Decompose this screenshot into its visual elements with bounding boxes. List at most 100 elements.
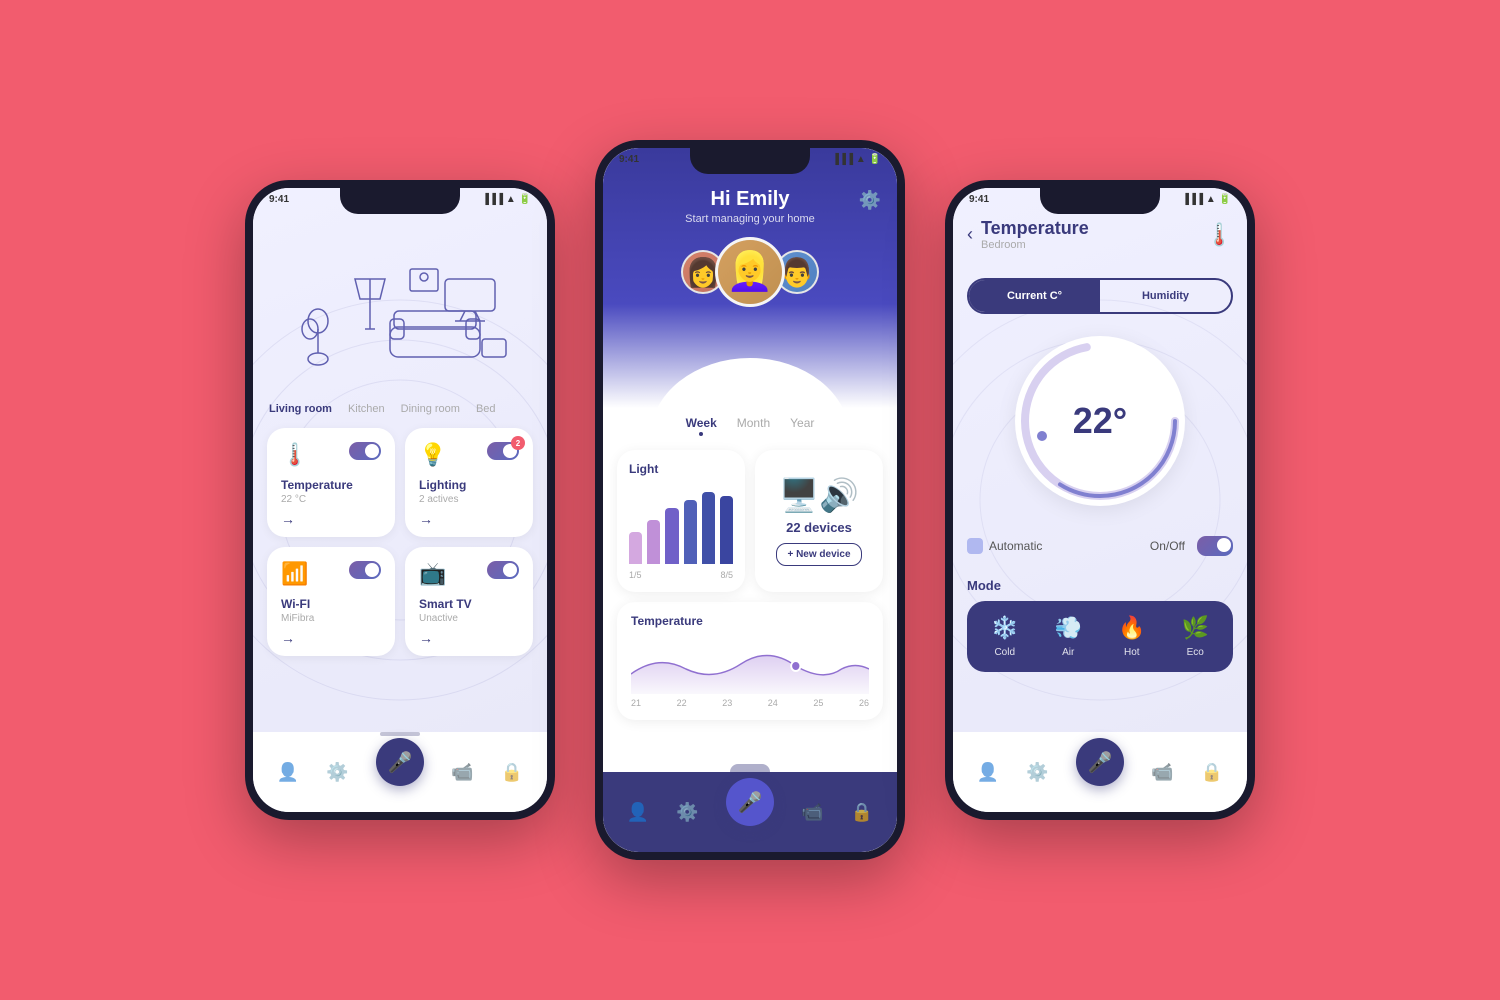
hot-label: Hot xyxy=(1124,647,1140,658)
onoff-toggle[interactable] xyxy=(1197,536,1233,556)
hot-icon: 🔥 xyxy=(1118,615,1145,641)
room-tabs[interactable]: Living room Kitchen Dining room Bed xyxy=(269,403,531,415)
tab-current-temp[interactable]: Current C° xyxy=(969,280,1100,312)
nav3-camera-icon[interactable]: 📹 xyxy=(1151,762,1173,783)
header-avatars: 👩 👱‍♀️ 👨 xyxy=(681,237,819,307)
phone2-content: ⚙️ Hi Emily Start managing your home 👩 👱… xyxy=(603,148,897,852)
temp-tab-toggle[interactable]: Current C° Humidity xyxy=(967,278,1233,314)
date-21: 21 xyxy=(631,698,641,708)
nav3-settings-icon[interactable]: ⚙️ xyxy=(1026,762,1048,783)
mode-grid: ❄️ Cold 💨 Air 🔥 Hot 🌿 Eco xyxy=(967,601,1233,672)
room-illustration xyxy=(253,224,547,394)
nav-lock-icon[interactable]: 🔒 xyxy=(501,762,523,783)
nav3-mic-button[interactable]: 🎤 xyxy=(1076,738,1124,786)
temp-wave-chart xyxy=(631,634,869,694)
light-icon: 💡 xyxy=(419,442,446,468)
date-26: 26 xyxy=(859,698,869,708)
nav2-profile-icon[interactable]: 👤 xyxy=(627,802,649,823)
light-card-title: Lighting xyxy=(419,478,519,492)
light-card-arrow[interactable]: → xyxy=(419,511,519,527)
nav2-lock-icon[interactable]: 🔒 xyxy=(851,802,873,823)
date-24: 24 xyxy=(768,698,778,708)
tab-dining-room[interactable]: Dining room xyxy=(401,403,460,415)
period-month[interactable]: Month xyxy=(737,416,770,436)
phone2-status-icons: ▐▐▐ ▲ 🔋 xyxy=(832,154,881,165)
phone3-title-area: Temperature Bedroom xyxy=(981,218,1089,251)
toggle-wrap-tv[interactable] xyxy=(487,561,519,579)
wifi-card-sub: MiFibra xyxy=(281,613,381,624)
settings-icon[interactable]: ⚙️ xyxy=(859,190,881,211)
nav-settings-icon[interactable]: ⚙️ xyxy=(326,762,348,783)
new-device-button[interactable]: + New device xyxy=(776,543,861,566)
phone3-status: 9:41 ▐▐▐ ▲ 🔋 xyxy=(953,194,1247,205)
tab-kitchen[interactable]: Kitchen xyxy=(348,403,385,415)
gauge-ring: 22° xyxy=(1015,336,1185,506)
mode-section: Mode ❄️ Cold 💨 Air 🔥 Hot 🌿 Eco xyxy=(967,578,1233,672)
toggle-wrap-wifi[interactable] xyxy=(349,561,381,579)
bar-3 xyxy=(665,508,678,564)
mode-eco[interactable]: 🌿 Eco xyxy=(1166,615,1226,658)
tab-living-room[interactable]: Living room xyxy=(269,403,332,415)
gauge-value: 22° xyxy=(1073,400,1127,442)
nav-top-bar xyxy=(380,732,420,736)
back-button[interactable]: ‹ xyxy=(967,224,973,245)
devices-panel: 🖥️🔊 22 devices + New device xyxy=(755,450,883,592)
greeting-sub: Start managing your home xyxy=(685,213,815,225)
device-count: 22 devices xyxy=(786,520,852,535)
nav2-mic-button[interactable]: 🎤 xyxy=(726,778,774,826)
phone1-status: 9:41 ▐▐▐ ▲ 🔋 xyxy=(253,194,547,205)
phone2-body: Week Month Year Light xyxy=(603,416,897,720)
lighting-card: 💡 2 Lighting 2 actives → xyxy=(405,428,533,537)
light-chart-card: Light 1/5 8/5 xyxy=(617,450,745,592)
date-end: 8/5 xyxy=(720,570,733,580)
nav-camera-icon[interactable]: 📹 xyxy=(451,762,473,783)
mode-hot[interactable]: 🔥 Hot xyxy=(1102,615,1162,658)
tv-card-sub: Unactive xyxy=(419,613,519,624)
thermometer-icon: 🌡️ xyxy=(1206,222,1233,248)
phone3-title: Temperature xyxy=(981,218,1089,239)
mode-cold[interactable]: ❄️ Cold xyxy=(975,615,1035,658)
tab-humidity[interactable]: Humidity xyxy=(1100,280,1231,312)
bar-2 xyxy=(647,520,660,564)
avatar-center[interactable]: 👱‍♀️ xyxy=(715,237,785,307)
temp-card-arrow[interactable]: → xyxy=(281,511,381,527)
date-23: 23 xyxy=(722,698,732,708)
phone1-status-icons: ▐▐▐ ▲ 🔋 xyxy=(482,194,531,205)
nav3-profile-icon[interactable]: 👤 xyxy=(977,762,999,783)
toggle-wrap-light[interactable]: 2 xyxy=(487,442,519,460)
nav2-settings-icon[interactable]: ⚙️ xyxy=(676,802,698,823)
nav3-lock-icon[interactable]: 🔒 xyxy=(1201,762,1223,783)
card-icon-row-wifi: 📶 xyxy=(281,561,381,587)
phone1-bottom-nav: 👤 ⚙️ 🎤 📹 🔒 xyxy=(253,732,547,812)
mode-title: Mode xyxy=(967,578,1233,593)
tv-card-arrow[interactable]: → xyxy=(419,630,519,646)
wifi-card-arrow[interactable]: → xyxy=(281,630,381,646)
greeting-title: Hi Emily xyxy=(711,188,790,211)
phone2-status: 9:41 ▐▐▐ ▲ 🔋 xyxy=(603,154,897,165)
nav-mic-button[interactable]: 🎤 xyxy=(376,738,424,786)
phone2-header: ⚙️ Hi Emily Start managing your home 👩 👱… xyxy=(603,148,897,408)
nav2-camera-icon[interactable]: 📹 xyxy=(801,802,823,823)
auto-row: Automatic On/Off xyxy=(967,536,1233,556)
period-week[interactable]: Week xyxy=(686,416,717,436)
temp-toggle[interactable] xyxy=(349,442,381,460)
temperature-card: 🌡️ Temperature 22 °C → xyxy=(267,428,395,537)
wifi-toggle[interactable] xyxy=(349,561,381,579)
phone1-time: 9:41 xyxy=(269,194,289,205)
air-label: Air xyxy=(1062,647,1074,658)
tv-toggle[interactable] xyxy=(487,561,519,579)
phone3-sub: Bedroom xyxy=(981,239,1089,251)
tab-bed[interactable]: Bed xyxy=(476,403,496,415)
nav-profile-icon[interactable]: 👤 xyxy=(277,762,299,783)
period-tabs[interactable]: Week Month Year xyxy=(617,416,883,436)
chart-dates: 1/5 8/5 xyxy=(629,570,733,580)
mode-air[interactable]: 💨 Air xyxy=(1039,615,1099,658)
period-year[interactable]: Year xyxy=(790,416,814,436)
wave-dates: 21 22 23 24 25 26 xyxy=(631,698,869,708)
phone3-content: ‹ Temperature Bedroom 🌡️ Current C° Humi… xyxy=(953,188,1247,812)
phone3-bottom-nav: 👤 ⚙️ 🎤 📹 🔒 xyxy=(953,732,1247,812)
light-badge: 2 xyxy=(511,436,525,450)
device-cards: 🌡️ Temperature 22 °C → 💡 2 xyxy=(267,428,533,656)
avatar-person-center: 👱‍♀️ xyxy=(718,240,782,304)
toggle-wrap[interactable] xyxy=(349,442,381,460)
